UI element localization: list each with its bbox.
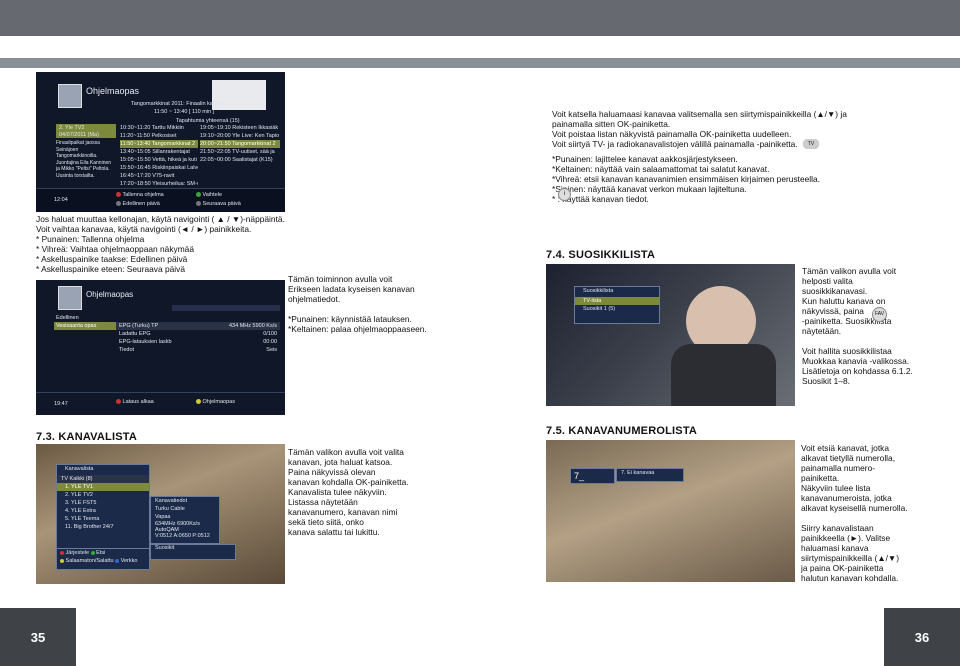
fav-description: Tämän valikon avulla voit helposti valit… xyxy=(802,266,913,386)
download-description: Tämän toiminnon avulla voit Erikseen lad… xyxy=(288,274,427,334)
epg-download-screenshot: Ohjelmaopas Edellinen Vesisaanta opas EP… xyxy=(36,280,285,415)
channel-select-text: Voit katsella haluamaasi kanavaa valitse… xyxy=(552,109,847,149)
epg-screenshot: Ohjelmaopas Tangomarkkinat 2011: Finaali… xyxy=(36,72,285,212)
top-bar xyxy=(0,0,960,36)
green-key-icon xyxy=(90,550,95,555)
download-footer: 19:47 Lataus alkaa Ohjelmaopas xyxy=(36,392,285,415)
schedule-item[interactable]: 19:10~20:00 Yle Live: Ken Tapio xyxy=(200,132,280,140)
chnum-screenshot: 7_ 7. Ei kanavaa xyxy=(546,440,795,582)
footer-green[interactable]: Vaihtele xyxy=(196,191,222,199)
page-number-left: 35 xyxy=(0,608,76,666)
schedule-item[interactable]: 15:05~15:50 Vettä, hikeä ja kuti xyxy=(120,156,198,164)
footer-start[interactable]: Lataus alkaa xyxy=(116,398,154,406)
footer-filter[interactable]: Salaamaton/Salattu Verkko xyxy=(57,557,149,565)
chlist-screenshot: Kanavalista TV Kaikki (8) 1. YLE TV1 2. … xyxy=(36,444,285,584)
tv-logo-icon xyxy=(58,84,82,108)
tv-logo-icon xyxy=(58,286,82,310)
schedule-item[interactable]: 21:50~22:05 TV-uutiset, sää ja xyxy=(200,148,280,156)
tv-picture xyxy=(546,440,795,582)
schedule-item[interactable]: 11:20~11:50 Pelkosiset xyxy=(120,132,198,140)
fav-screenshot: Suosikkilista TV-lista Suosikit 1 (5) xyxy=(546,264,795,406)
footer-next[interactable]: Seuraava päivä xyxy=(196,200,241,208)
schedule-item[interactable]: 13:40~15:05 Sillanrakentajat xyxy=(120,148,198,156)
presenter-suit xyxy=(671,344,776,406)
epg-footer: 12:04 Tallenna ohjelma Edellinen päivä V… xyxy=(36,188,285,212)
chlist-menu[interactable]: Kanavalista TV Kaikki (8) 1. YLE TV1 2. … xyxy=(56,464,150,550)
program-description: Finaalipaikat jaossa Seinäjoen Tangomark… xyxy=(56,140,112,179)
schedule-item[interactable]: 10:30~11:20 Tarttu Mikkiin xyxy=(120,124,198,132)
fav-heading: 7.4. SUOSIKKILISTA xyxy=(546,249,656,261)
green-key-icon xyxy=(196,192,201,198)
schedule-item[interactable]: 22:05~00:00 Saalistajat (K15) xyxy=(200,156,280,164)
progress-strip xyxy=(172,305,280,311)
footer-prev[interactable]: Edellinen päivä xyxy=(116,200,160,208)
chnum-heading: 7.5. KANAVANUMEROLISTA xyxy=(546,425,698,437)
red-key-icon xyxy=(116,192,121,198)
chlist-description: Tämän valikon avulla voit valita kanavan… xyxy=(288,447,409,537)
epg-instructions: Jos haluat muuttaa kellonajan, käytä nav… xyxy=(36,214,285,274)
fav-search-box[interactable]: Suosikit xyxy=(150,544,236,560)
yellow-key-icon xyxy=(60,558,64,563)
row-source: EPG (Turku) TP 434 MHz 5900 Ks/s xyxy=(116,322,280,330)
footer-red[interactable]: Tallenna ohjelma xyxy=(116,191,164,199)
clock: 12:04 xyxy=(54,197,68,203)
footer-guide[interactable]: Ohjelmaopas xyxy=(196,398,235,406)
channel-number-list[interactable]: 7. Ei kanavaa xyxy=(616,468,684,482)
tv-radio-button-icon: TV xyxy=(803,139,819,149)
chlist-heading: 7.3. KANAVALISTA xyxy=(36,431,137,443)
clock: 19:47 xyxy=(54,401,68,407)
schedule-item[interactable]: 11:50~13:40 Tangomarkkinat 2 xyxy=(120,140,198,148)
channel-selected[interactable]: 2. Yle TV2 04/07/2011 (Ma) xyxy=(56,124,116,138)
epg-title: Ohjelmaopas xyxy=(86,86,140,96)
info-icon: i xyxy=(558,188,571,201)
rewind-icon xyxy=(116,201,121,207)
prev-label: Edellinen xyxy=(56,315,79,321)
red-key-icon xyxy=(60,550,64,555)
page-number-right: 36 xyxy=(884,608,960,666)
chlist-footer: Järjestele Etsi Salaamaton/Salattu Verkk… xyxy=(56,548,150,570)
row-time: EPG-latauksien laskb 00:00 xyxy=(119,339,277,345)
top-stripe xyxy=(0,58,960,68)
fav-button-icon: FAV xyxy=(872,307,887,322)
now-time: 11:50 ~ 13:40 [ 110 min ] xyxy=(154,109,215,115)
schedule-grid[interactable]: 10:30~11:20 Tarttu Mikkiin 11:20~11:50 Pe… xyxy=(120,124,280,203)
blue-key-icon xyxy=(115,558,120,563)
schedule-item[interactable]: 15:50~16:45 Riskiinpaiskai Lalvoj xyxy=(120,164,198,172)
color-keys-text: *Punainen: lajittelee kanavat aakkosjärj… xyxy=(552,154,820,204)
fav-menu[interactable]: Suosikkilista TV-lista Suosikit 1 (5) xyxy=(574,286,660,324)
schedule-item[interactable]: 20:00~21:50 Tangomarkkinat 2 xyxy=(200,140,280,148)
red-key-icon xyxy=(116,399,121,405)
yellow-key-icon xyxy=(196,399,201,405)
row-info: Tiedot Seis xyxy=(119,347,277,353)
channel-info-panel: Kanavatiedot Turku Cable Vapaa 634MHz 69… xyxy=(150,496,220,544)
forward-icon xyxy=(196,201,201,207)
channel-number-input[interactable]: 7_ xyxy=(570,468,615,484)
footer-sort[interactable]: Järjestele Etsi xyxy=(57,549,149,557)
download-sub[interactable]: Vesisaanta opas xyxy=(54,322,116,330)
now-title: Tangomarkkinat 2011: Finaalin karsinta xyxy=(131,101,227,107)
schedule-item[interactable]: 17:20~18:50 Yleisurheilua: SM-v xyxy=(120,180,198,188)
schedule-item[interactable]: 16:45~17:20 V75-ravit xyxy=(120,172,198,180)
row-loaded: Ladattu EPG 0/100 xyxy=(119,331,277,337)
download-title: Ohjelmaopas xyxy=(86,290,134,299)
schedule-item[interactable]: 19:05~19:10 Rekisteen Ikkasiäk xyxy=(200,124,280,132)
chnum-description: Voit etsiä kanavat, jotka alkavat tietyl… xyxy=(801,443,908,583)
download-table: EPG (Turku) TP 434 MHz 5900 Ks/s Ladattu … xyxy=(116,322,280,354)
